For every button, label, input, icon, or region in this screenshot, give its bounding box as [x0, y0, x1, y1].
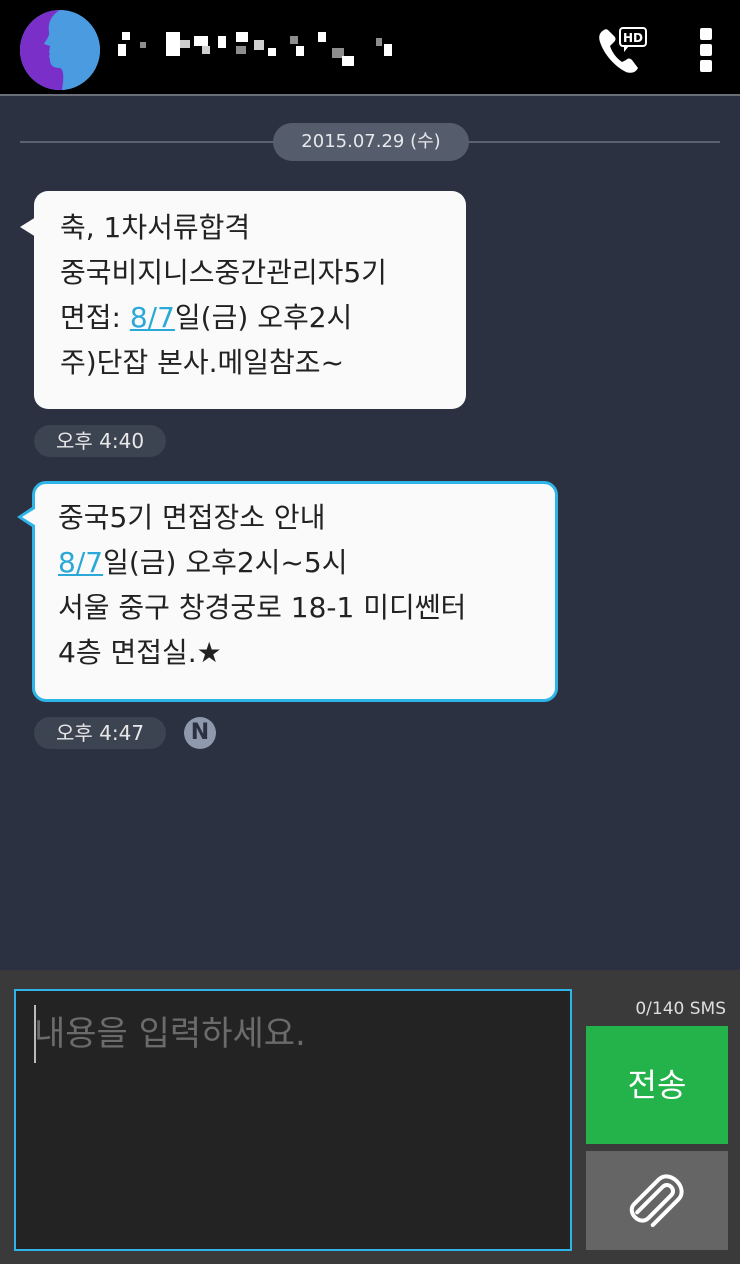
message-text: 중국5기 면접장소 안내 8/7일(금) 오후2시~5시서울 중구 창경궁로 18…	[58, 495, 555, 675]
message-line: 8/7일(금) 오후2시~5시	[58, 540, 555, 585]
message-text-segment: 4층 면접실.★	[58, 636, 222, 669]
avatar-silhouette-icon	[20, 10, 100, 90]
hd-call-button[interactable]: HD	[594, 24, 650, 76]
message-line: 4층 면접실.★	[58, 630, 555, 675]
new-message-badge: N	[184, 717, 216, 749]
more-vert-icon	[700, 28, 712, 40]
messaging-app: HD 2015.07.29 (수) 축, 1차서류합격중국비지니스중간관리자5기…	[0, 0, 740, 1264]
phone-hd-icon: HD	[599, 27, 647, 73]
message-text-segment: 주)단잡 본사.메일참조~	[60, 346, 345, 379]
message-input-placeholder: 내용을 입력하세요.	[34, 1014, 306, 1054]
message-bubble[interactable]: 축, 1차서류합격중국비지니스중간관리자5기면접: 8/7일(금) 오후2시주)…	[20, 191, 466, 409]
message-line: 중국5기 면접장소 안내	[58, 495, 555, 540]
contact-name-redacted	[118, 26, 418, 70]
more-options-button[interactable]	[696, 26, 716, 74]
message-input[interactable]: 내용을 입력하세요.	[14, 989, 572, 1251]
attach-button[interactable]	[586, 1151, 728, 1250]
message-line: 서울 중구 창경궁로 18-1 미디쎈터	[58, 585, 555, 630]
message-line: 축, 1차서류합격	[60, 205, 466, 250]
date-link[interactable]: 8/7	[130, 301, 175, 334]
message-text-segment: 일(금) 오후2시~5시	[103, 546, 348, 579]
message-text: 축, 1차서류합격중국비지니스중간관리자5기면접: 8/7일(금) 오후2시주)…	[60, 205, 466, 385]
paperclip-icon	[629, 1174, 684, 1228]
send-button[interactable]: 전송	[586, 1026, 728, 1144]
message-text-segment: 축, 1차서류합격	[60, 211, 251, 244]
message-text-segment: 서울 중구 창경궁로 18-1 미디쎈터	[58, 591, 467, 624]
message-text-segment: 면접:	[60, 301, 130, 334]
message-line: 중국비지니스중간관리자5기	[60, 250, 466, 295]
character-counter: 0/140 SMS	[635, 999, 726, 1019]
composer-bar: 내용을 입력하세요. 0/140 SMS 전송	[0, 970, 740, 1264]
message-text-segment: 중국5기 면접장소 안내	[58, 501, 326, 534]
message-line: 면접: 8/7일(금) 오후2시	[60, 295, 466, 340]
date-divider: 2015.07.29 (수)	[273, 123, 469, 161]
conversation-header: HD	[0, 0, 740, 96]
date-link[interactable]: 8/7	[58, 546, 103, 579]
message-time: 오후 4:40	[34, 425, 167, 457]
message-text-segment: 일(금) 오후2시	[174, 301, 353, 334]
message-time: 오후 4:47	[34, 717, 167, 749]
message-line: 주)단잡 본사.메일참조~	[60, 340, 466, 385]
hd-label: HD	[623, 31, 643, 45]
message-bubble-unread[interactable]: 중국5기 면접장소 안내 8/7일(금) 오후2시~5시서울 중구 창경궁로 18…	[17, 481, 558, 702]
contact-avatar[interactable]	[20, 10, 100, 90]
message-text-segment: 중국비지니스중간관리자5기	[60, 256, 387, 289]
